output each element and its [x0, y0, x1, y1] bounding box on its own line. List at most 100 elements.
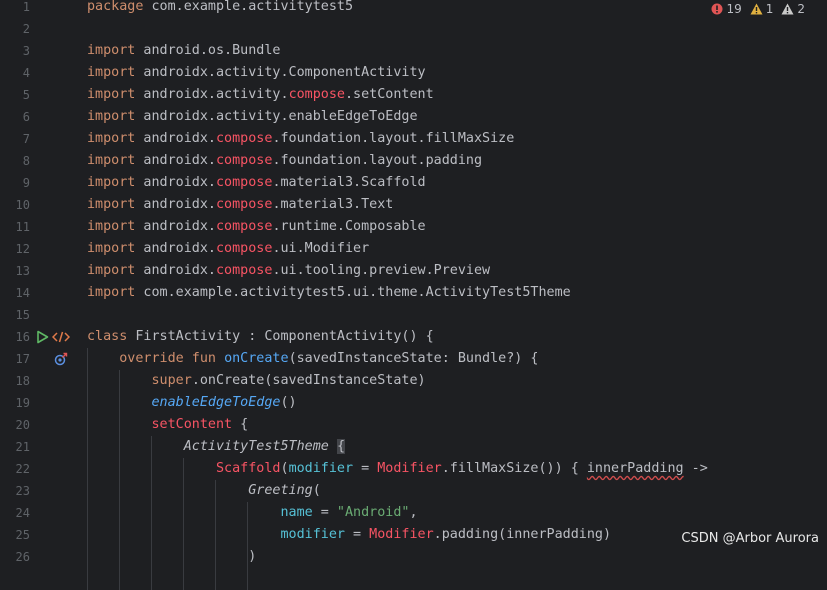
keyword-token: import	[87, 241, 136, 256]
override-icon[interactable]	[54, 352, 68, 366]
code-line[interactable]: 2	[0, 18, 827, 40]
code-editor[interactable]: 1 package com.example.activitytest5 2 3 impo…	[0, 0, 827, 590]
line-number[interactable]: 19	[0, 392, 30, 414]
code-line[interactable]: 10 import androidx.compose.material3.Text	[0, 194, 827, 216]
code-token: ->	[683, 461, 708, 476]
code-token: .material3.Scaffold	[272, 175, 426, 190]
compose-token: compose	[216, 153, 273, 168]
code-line[interactable]: 7 import androidx.compose.foundation.layo…	[0, 128, 827, 150]
code-text: import androidx.compose.foundation.layou…	[87, 150, 482, 172]
line-number[interactable]: 8	[0, 150, 30, 172]
code-text: )	[87, 546, 256, 568]
code-line[interactable]: 24 name = "Android",	[0, 502, 827, 524]
code-text: modifier = Modifier.padding(innerPadding…	[87, 524, 611, 546]
line-number[interactable]: 5	[0, 84, 30, 106]
parameter-token: modifier	[280, 527, 345, 542]
code-line[interactable]: 4 import androidx.activity.ComponentActiv…	[0, 62, 827, 84]
line-number[interactable]: 13	[0, 260, 30, 282]
line-number[interactable]: 20	[0, 414, 30, 436]
code-line[interactable]: 18 super.onCreate(savedInstanceState)	[0, 370, 827, 392]
code-line[interactable]: 5 import androidx.activity.compose.setCon…	[0, 84, 827, 106]
code-line[interactable]: 12 import androidx.compose.ui.Modifier	[0, 238, 827, 260]
gutter-override-group[interactable]	[36, 348, 76, 370]
warning-count[interactable]: 1	[750, 2, 773, 16]
code-line[interactable]: 1 package com.example.activitytest5	[0, 0, 827, 18]
code-line[interactable]: 23 Greeting(	[0, 480, 827, 502]
code-line[interactable]: 22 Scaffold(modifier = Modifier.fillMaxS…	[0, 458, 827, 480]
line-number[interactable]: 12	[0, 238, 30, 260]
code-token: (	[280, 461, 289, 476]
code-token: .padding(innerPadding)	[433, 527, 612, 542]
code-text: ActivityTest5Theme {	[87, 436, 345, 458]
line-number[interactable]: 9	[0, 172, 30, 194]
line-number[interactable]: 11	[0, 216, 30, 238]
code-text: import androidx.compose.ui.Modifier	[87, 238, 369, 260]
warning-triangle-icon	[750, 3, 763, 15]
inspection-widget[interactable]: 19 1 2	[711, 0, 805, 18]
code-line[interactable]: 21 ActivityTest5Theme {	[0, 436, 827, 458]
code-line[interactable]: 14 import com.example.activitytest5.ui.th…	[0, 282, 827, 304]
keyword-token: import	[87, 197, 136, 212]
code-text: import androidx.compose.material3.Text	[87, 194, 393, 216]
code-line[interactable]: 9 import androidx.compose.material3.Scaff…	[0, 172, 827, 194]
code-token: ()	[280, 395, 297, 410]
code-text: override fun onCreate(savedInstanceState…	[87, 348, 538, 370]
code-token: androidx.activity.ComponentActivity	[135, 65, 426, 80]
code-line[interactable]: 13 import androidx.compose.ui.tooling.pre…	[0, 260, 827, 282]
code-token: (	[312, 483, 321, 498]
line-number[interactable]: 26	[0, 546, 30, 568]
line-number[interactable]: 2	[0, 18, 30, 40]
line-number[interactable]: 16	[0, 326, 30, 348]
line-number[interactable]: 23	[0, 480, 30, 502]
line-number[interactable]: 14	[0, 282, 30, 304]
code-text: setContent {	[87, 414, 249, 436]
code-line[interactable]: 19 enableEdgeToEdge()	[0, 392, 827, 414]
code-text: name = "Android",	[87, 502, 417, 524]
error-count[interactable]: 19	[711, 2, 742, 16]
run-icon[interactable]	[36, 330, 49, 344]
parameter-token: modifier	[288, 461, 354, 476]
line-number[interactable]: 6	[0, 106, 30, 128]
weak-warning-count[interactable]: 2	[781, 2, 805, 16]
line-number[interactable]: 10	[0, 194, 30, 216]
code-line[interactable]: 3 import android.os.Bundle	[0, 40, 827, 62]
line-number[interactable]: 24	[0, 502, 30, 524]
keyword-token: import	[87, 109, 136, 124]
compose-token: Modifier	[377, 461, 442, 476]
code-line[interactable]: 11 import androidx.compose.runtime.Compos…	[0, 216, 827, 238]
line-number[interactable]: 17	[0, 348, 30, 370]
line-number[interactable]: 22	[0, 458, 30, 480]
code-line[interactable]: 6 import androidx.activity.enableEdgeToEd…	[0, 106, 827, 128]
code-text: import com.example.activitytest5.ui.them…	[87, 282, 571, 304]
line-number[interactable]: 1	[0, 0, 30, 18]
gutter-run-group[interactable]	[36, 326, 76, 348]
code-line[interactable]: 26 )	[0, 546, 827, 568]
code-text: import androidx.compose.ui.tooling.previ…	[87, 260, 490, 282]
keyword-token: import	[87, 43, 136, 58]
code-text: import androidx.activity.compose.setCont…	[87, 84, 434, 106]
line-number[interactable]: 25	[0, 524, 30, 546]
function-token: onCreate	[224, 351, 289, 366]
code-line[interactable]: 8 import androidx.compose.foundation.layo…	[0, 150, 827, 172]
compose-preview-icon[interactable]	[52, 330, 70, 344]
line-number[interactable]: 18	[0, 370, 30, 392]
code-line[interactable]: 17 override fun onCreate(savedInstanceSt…	[0, 348, 827, 370]
line-number[interactable]: 4	[0, 62, 30, 84]
code-line[interactable]: 20 setContent {	[0, 414, 827, 436]
code-line[interactable]: 15	[0, 304, 827, 326]
function-call-token: enableEdgeToEdge	[151, 395, 281, 410]
code-token: androidx.	[135, 241, 216, 256]
line-number[interactable]: 3	[0, 40, 30, 62]
error-count-label: 19	[726, 2, 742, 16]
code-line[interactable]: 16 class FirstActivity : ComponentActivit…	[0, 326, 827, 348]
line-number[interactable]: 21	[0, 436, 30, 458]
code-token: .setContent	[345, 87, 434, 102]
line-number[interactable]: 7	[0, 128, 30, 150]
code-text: super.onCreate(savedInstanceState)	[87, 370, 426, 392]
keyword-token: class	[87, 329, 128, 344]
line-number[interactable]: 15	[0, 304, 30, 326]
